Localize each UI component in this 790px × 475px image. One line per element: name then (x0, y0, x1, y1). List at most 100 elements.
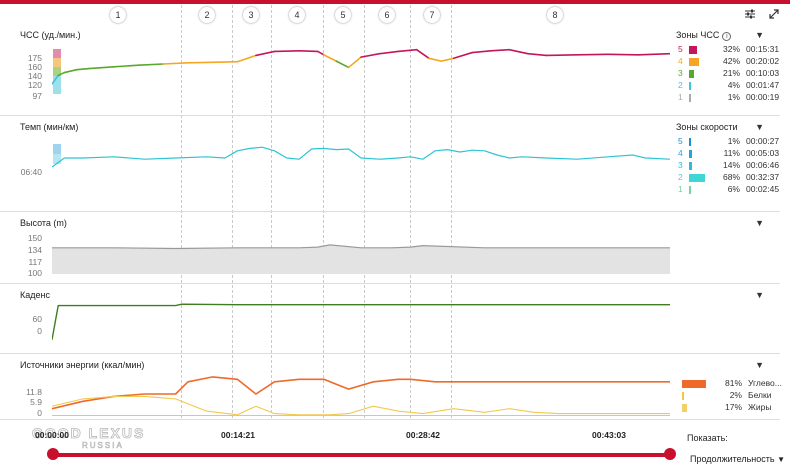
expand-icon[interactable] (768, 8, 780, 20)
panel-title: Темп (мин/км) (20, 122, 79, 132)
y-tick: 06:40 (20, 167, 42, 177)
show-label: Показать: (687, 433, 728, 443)
zone-time: 00:15:31 (746, 44, 780, 54)
zone-bar (689, 162, 692, 170)
lap-badge[interactable]: 7 (424, 7, 440, 23)
zone-time: 00:02:45 (746, 184, 780, 194)
collapse-toggle[interactable]: ▼ (755, 218, 764, 228)
info-icon[interactable]: i (722, 32, 732, 41)
fat-line (52, 395, 670, 416)
pace-panel: Темп (мин/км) 06:40 ▼ Зоны скорости 5 1% 0… (0, 116, 780, 212)
y-tick: 5.9 (30, 397, 42, 407)
zone-percent: 14% (722, 160, 740, 170)
y-tick: 11.8 (26, 387, 42, 397)
lap-badge[interactable]: 4 (289, 7, 305, 23)
y-tick: 0 (37, 408, 42, 418)
hr-line-segment (52, 74, 59, 85)
zone-time: 00:06:46 (746, 160, 780, 170)
hr-zone-row: 5 32% 00:15:31 (676, 44, 788, 56)
zone-percent: 11% (723, 148, 740, 158)
zone-percent: 68% (722, 172, 740, 182)
zone-number: 3 (678, 68, 683, 78)
zone-bar (689, 150, 692, 158)
settings-sliders-icon[interactable] (744, 8, 756, 20)
zone-time: 00:01:47 (746, 80, 780, 90)
hr-line-segment (527, 52, 548, 57)
energy-legend-row: 2% Белки (676, 390, 788, 402)
pace-chart (52, 146, 670, 168)
hr-line-segment (63, 68, 78, 74)
hr-line-segment (236, 54, 257, 63)
cadence-chart (52, 303, 670, 340)
y-tick: 60 (32, 314, 42, 324)
y-tick: 117 (28, 257, 42, 267)
zone-time: 00:20:02 (746, 56, 780, 66)
hr-line-segment (428, 57, 443, 62)
zone-bar (689, 46, 697, 54)
hr-line-segment (415, 48, 430, 60)
x-axis-select[interactable]: Продолжительность ▼ (687, 449, 789, 469)
zone-number: 2 (678, 80, 683, 90)
panel-title: ЧСС (уд./мин.) (20, 30, 81, 40)
hr-zones-title: Зоны ЧСС i (676, 28, 788, 44)
range-end-handle[interactable] (664, 448, 676, 460)
lap-badge[interactable]: 2 (199, 7, 215, 23)
timeline-label: 00:00:00 (34, 430, 70, 440)
range-track[interactable] (52, 453, 670, 457)
zone-percent: 1% (727, 136, 740, 146)
lap-badge[interactable]: 6 (379, 7, 395, 23)
hr-line-segment (273, 50, 300, 53)
hr-line-segment (211, 60, 239, 64)
zone-time: 00:32:37 (746, 172, 780, 182)
speed-zone-row: 1 6% 00:02:45 (676, 184, 788, 196)
zone-percent: 6% (727, 184, 740, 194)
hr-line-segment (57, 71, 66, 77)
energy-panel: Источники энергии (ккал/мин) 11.8 5.9 0 … (0, 354, 782, 420)
collapse-toggle[interactable]: ▼ (755, 360, 764, 370)
zone-percent: 32% (722, 44, 740, 54)
zone-bar (689, 70, 694, 78)
hr-line-segment (360, 52, 381, 58)
y-tick: 150 (27, 233, 42, 243)
speed-zone-row: 4 11% 00:05:03 (676, 148, 788, 160)
hr-line-segment (137, 63, 165, 66)
zone-bar (689, 82, 691, 90)
hr-line-segment (298, 50, 319, 53)
y-tick: 134 (27, 245, 42, 255)
lap-badge[interactable]: 1 (110, 7, 126, 23)
zone-number: 1 (678, 92, 683, 102)
energy-legend-row: 81% Углево... (676, 378, 788, 390)
hr-line-segment (440, 57, 455, 62)
energy-label: Жиры (748, 402, 772, 412)
cadence-panel: Каденс 60 0 ▼ (0, 284, 780, 354)
zone-percent: 4% (727, 80, 740, 90)
hr-line-segment (187, 61, 214, 64)
elevation-chart (52, 244, 670, 274)
collapse-toggle[interactable]: ▼ (755, 290, 764, 300)
timeline-label: 00:43:03 (591, 430, 627, 440)
select-value: Продолжительность (690, 454, 775, 464)
hr-line-segment (545, 54, 579, 57)
lap-badge[interactable]: 8 (547, 7, 563, 23)
timeline-label: 00:28:42 (405, 430, 441, 440)
zone-bar (689, 138, 691, 146)
timeline-label: 00:14:21 (220, 430, 256, 440)
cadence-line (52, 303, 670, 340)
energy-percent: 17% (724, 402, 742, 412)
energy-legend-row: 17% Жиры (676, 402, 788, 414)
zone-percent: 21% (722, 68, 740, 78)
lap-badge[interactable]: 5 (335, 7, 351, 23)
zone-bar (689, 174, 705, 182)
speed-zones-title: Зоны скорости (676, 122, 738, 132)
zone-bar (689, 186, 691, 194)
energy-percent: 81% (724, 378, 742, 388)
hr-zones-legend: Зоны ЧСС i 5 32% 00:15:31 4 42% 00:20:02 3 21% 00… (676, 28, 788, 104)
range-start-handle[interactable] (47, 448, 59, 460)
y-tick: 0 (37, 326, 42, 336)
y-tick: 100 (27, 268, 42, 278)
energy-bar (682, 404, 687, 412)
zone-time: 00:10:03 (746, 68, 780, 78)
hr-zone-row: 1 1% 00:00:19 (676, 92, 788, 104)
lap-badge[interactable]: 3 (243, 7, 259, 23)
y-tick: 97 (32, 91, 42, 101)
